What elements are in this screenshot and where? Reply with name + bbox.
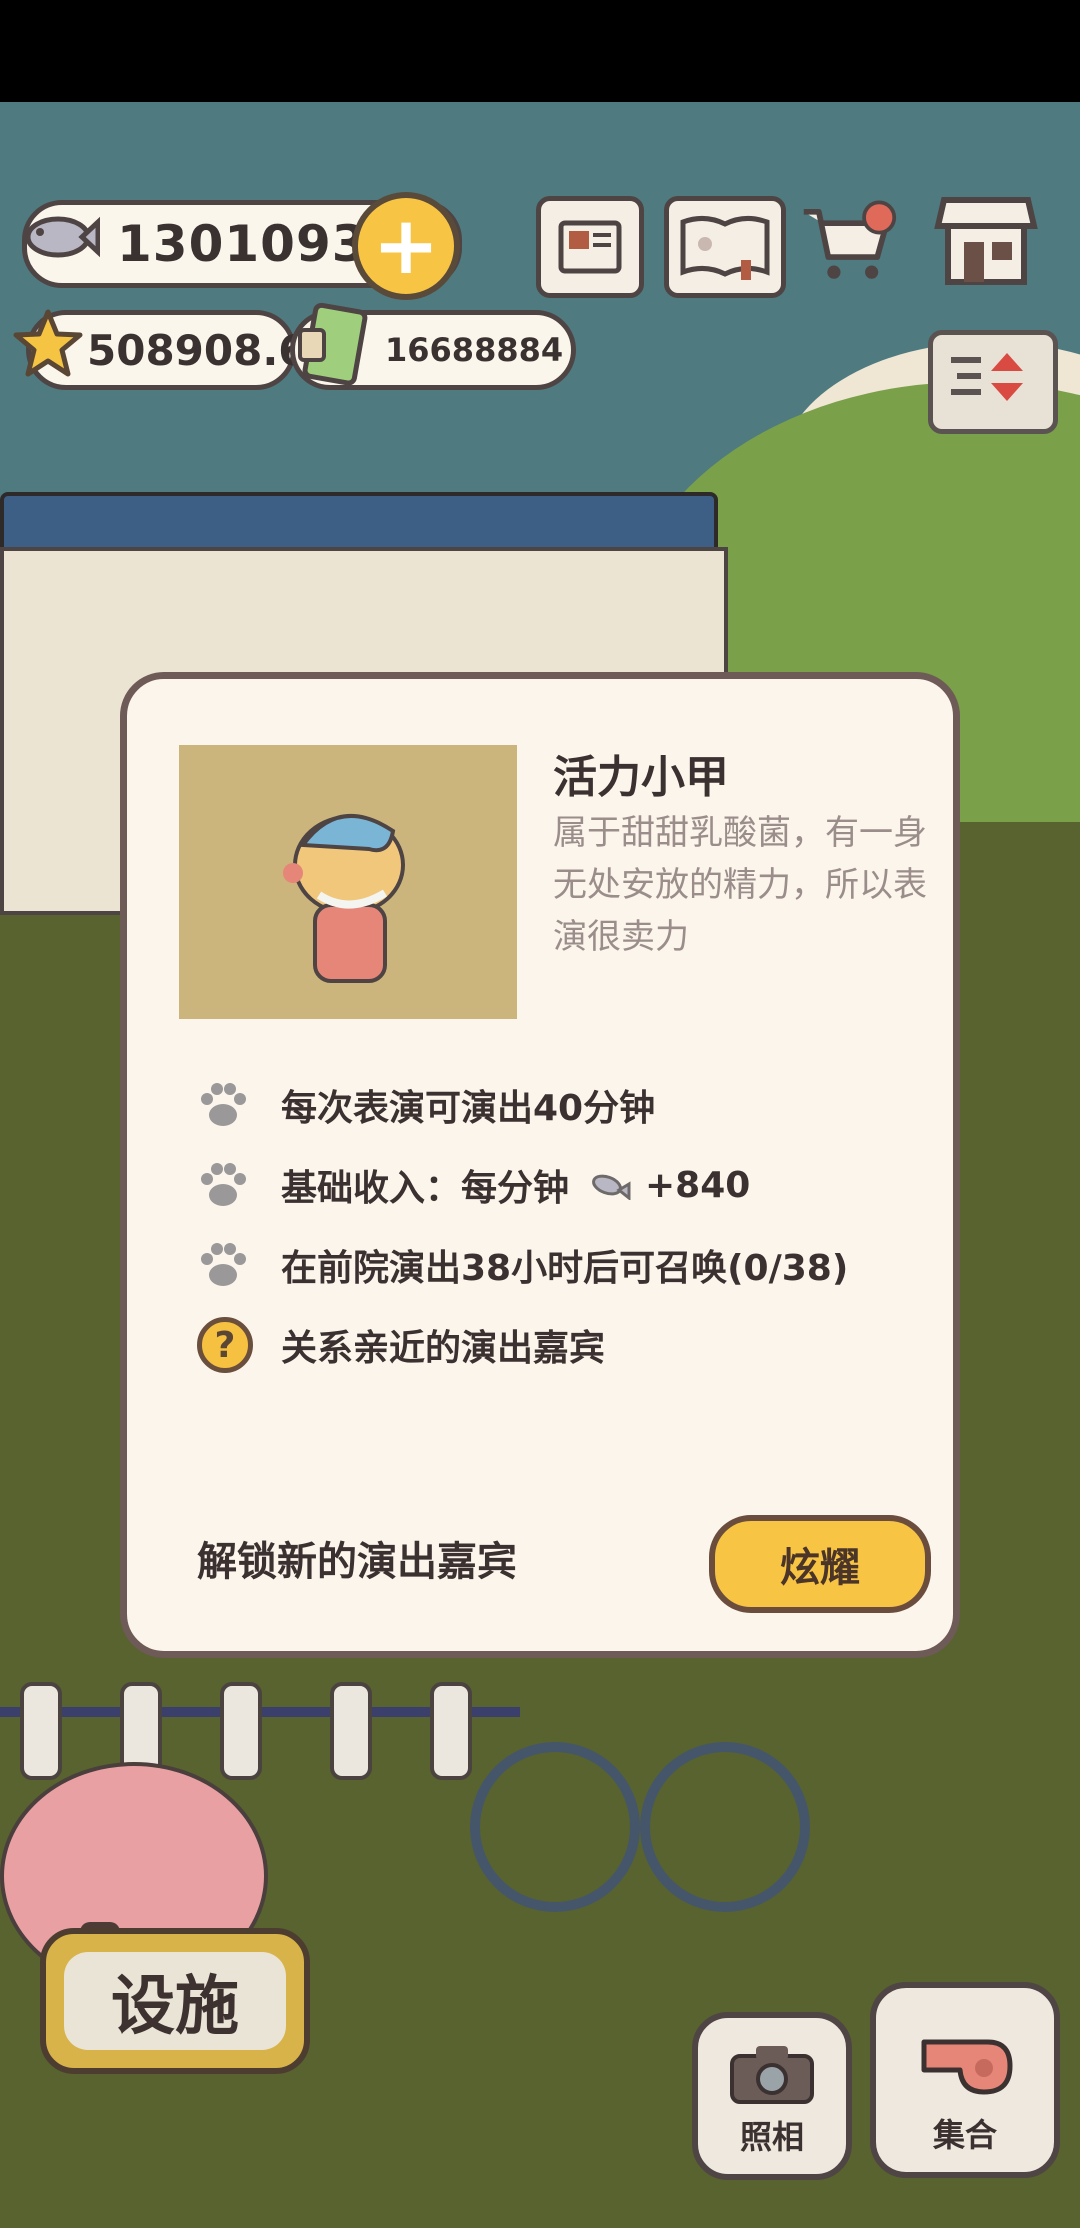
gather-button[interactable]: 集合 (870, 1982, 1060, 2178)
fence-post (330, 1682, 372, 1780)
info-row-summon: 在前院演出38小时后可召唤(0/38) (197, 1235, 848, 1295)
add-fish-button[interactable]: + (352, 192, 460, 300)
photo-label: 照相 (739, 2118, 804, 2156)
fence-post (430, 1682, 472, 1780)
collection-book-button[interactable] (664, 196, 786, 298)
performer-name: 活力小甲 (553, 752, 729, 803)
question-mark-icon[interactable]: ? (197, 1317, 253, 1373)
performer-portrait (179, 745, 517, 1019)
shop-icon (934, 197, 1038, 285)
photo-button[interactable]: 照相 (692, 2012, 852, 2180)
income-value: +840 (645, 1164, 751, 1206)
info-row-income: 基础收入：每分钟 +840 (197, 1155, 750, 1215)
whistle-icon (921, 2039, 1013, 2095)
duration-text: 每次表演可演出40分钟 (281, 1088, 656, 1129)
star-count: 508908.6 (87, 325, 308, 375)
fish-icon (592, 1174, 631, 1200)
sort-toggle-icon (951, 353, 1023, 401)
flaunt-button[interactable]: 炫耀 (709, 1515, 931, 1613)
fish-icon (25, 216, 100, 258)
paw-icon (201, 1243, 246, 1286)
shop-cart-button[interactable] (800, 196, 898, 288)
cash-count: 16688884 (385, 331, 564, 369)
paw-icon (201, 1083, 246, 1126)
cash-icon (298, 302, 368, 386)
store-button[interactable] (934, 190, 1038, 290)
status-bar (0, 0, 1080, 102)
info-row-related-guests[interactable]: ? 关系亲近的演出嘉宾 (197, 1315, 605, 1375)
performer-illustration (283, 814, 405, 983)
bicycle-wheel (470, 1742, 640, 1912)
bicycle-wheel (640, 1742, 810, 1912)
camera-icon (730, 2046, 814, 2104)
paw-book-icon (680, 216, 770, 280)
performer-description: 属于甜甜乳酸菌，有一身无处安放的精力，所以表演很卖力 (553, 813, 927, 957)
income-label: 基础收入：每分钟 (281, 1168, 570, 1209)
gather-label: 集合 (932, 2116, 997, 2154)
summon-text: 在前院演出38小时后可召唤(0/38) (281, 1248, 849, 1289)
news-button[interactable] (536, 196, 644, 298)
unlock-label: 解锁新的演出嘉宾 (197, 1539, 517, 1585)
performer-detail-dialog: 活力小甲 属于甜甜乳酸菌，有一身无处安放的精力，所以表演很卖力 每次表演可演出4… (120, 672, 960, 1658)
fence-post (20, 1682, 62, 1780)
fence-post (220, 1682, 262, 1780)
newspaper-icon (558, 220, 622, 274)
sort-toggle-button[interactable] (928, 330, 1058, 434)
info-row-duration: 每次表演可演出40分钟 (197, 1075, 655, 1135)
facility-button[interactable]: 设施 (40, 1928, 310, 2074)
facility-label: 设施 (64, 1952, 286, 2050)
star-icon (13, 309, 83, 377)
paw-icon (201, 1163, 246, 1206)
cart-icon (803, 200, 897, 279)
related-guests-text: 关系亲近的演出嘉宾 (281, 1328, 606, 1369)
